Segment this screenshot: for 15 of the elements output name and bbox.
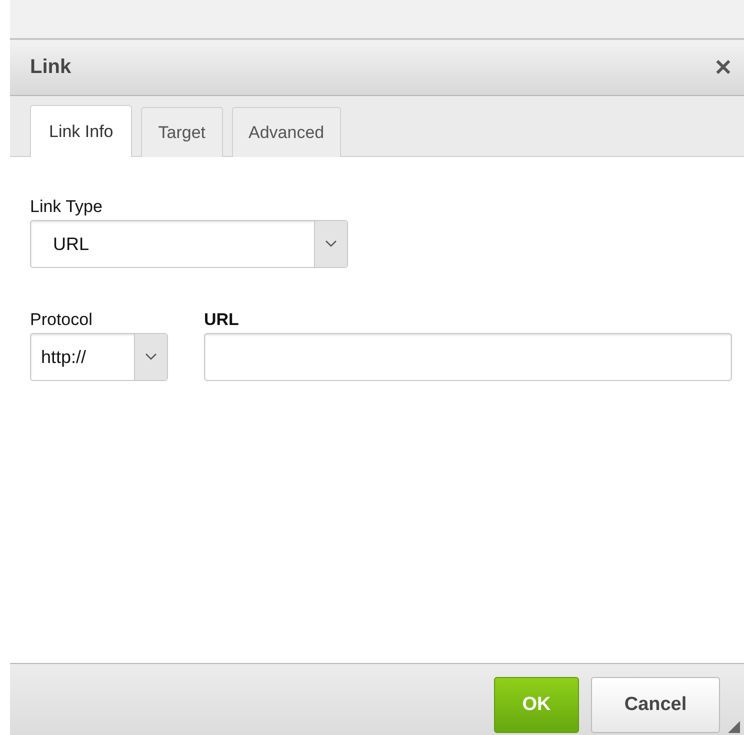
- tab[interactable]: Link Info: [30, 105, 132, 157]
- protocol-dropdown[interactable]: http://: [30, 333, 168, 381]
- close-button[interactable]: ✕: [710, 54, 736, 80]
- resize-grip-icon[interactable]: [728, 721, 740, 733]
- cancel-button[interactable]: Cancel: [591, 677, 720, 733]
- field-label: Protocol: [30, 310, 94, 330]
- chevron-icon: [325, 240, 337, 248]
- chevron-icon: [145, 353, 157, 361]
- dialog-title: Link: [30, 56, 72, 79]
- tab[interactable]: Advanced: [232, 107, 342, 157]
- field-label: URL: [204, 310, 240, 330]
- link-type-dropdown[interactable]: URL: [30, 220, 348, 268]
- url-field[interactable]: [204, 333, 732, 381]
- field-label: Link Type: [30, 197, 104, 217]
- tab[interactable]: Target: [141, 107, 223, 157]
